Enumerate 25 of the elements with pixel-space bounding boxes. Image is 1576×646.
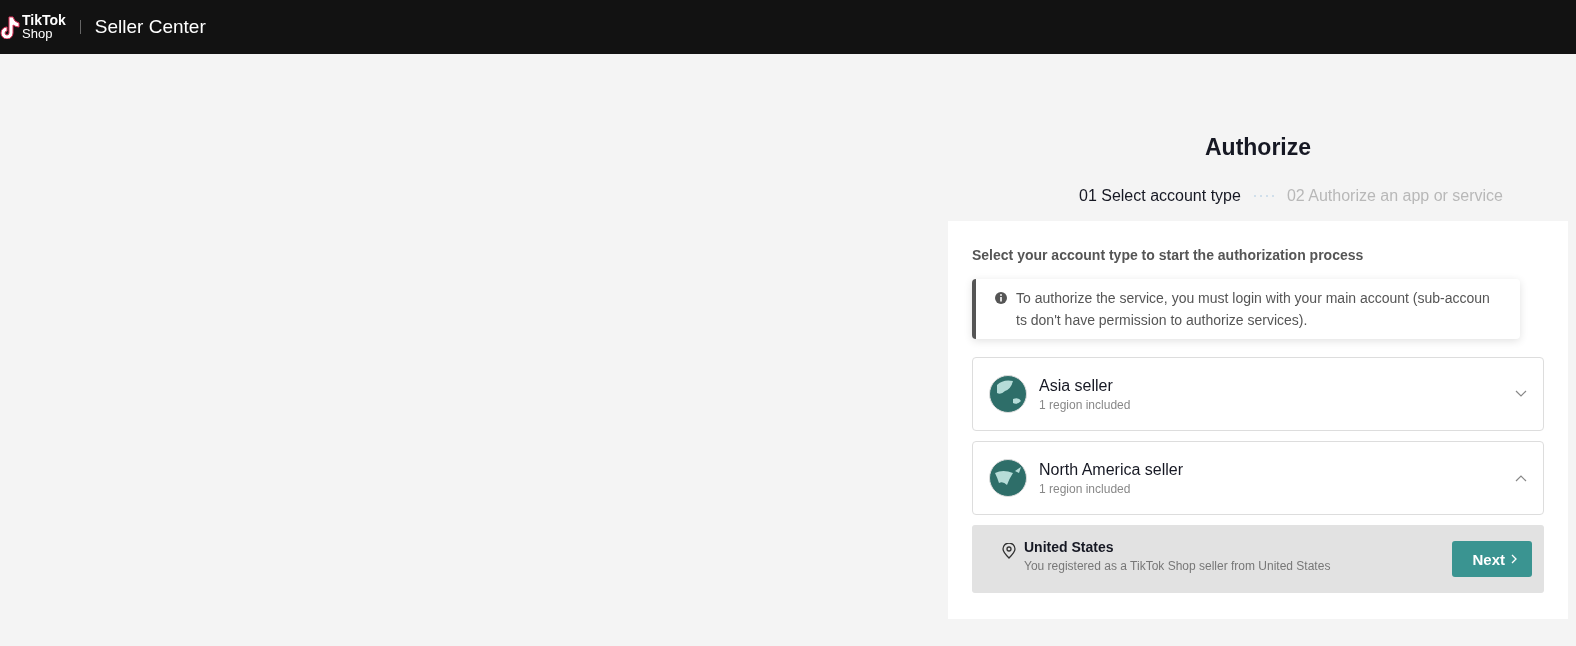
step-connector	[1252, 194, 1275, 198]
instruction-text: Select your account type to start the authorization process	[972, 247, 1365, 263]
chevron-right-icon	[1511, 554, 1518, 564]
region-name: United States	[1024, 539, 1115, 555]
page-title: Authorize	[1204, 134, 1312, 161]
notice-text: To authorize the service, you must login with your main account (sub-accounts don't have permission to authorize services).	[1016, 289, 1490, 330]
region-description: You registered as a TikTok Shop seller from United States	[1024, 559, 1332, 573]
next-button[interactable]: Next	[1452, 541, 1532, 577]
step-label: 02 Authorize an app or service	[1286, 187, 1503, 205]
step-label: 01 Select account type	[1079, 187, 1241, 205]
account-subtitle: 1 region included	[1039, 397, 1132, 412]
account-name: Asia seller	[1039, 376, 1114, 395]
account-subtitle: 1 region included	[1039, 481, 1132, 496]
account-type-option[interactable]: Asia seller 1 region included	[972, 357, 1544, 431]
globe-icon	[989, 459, 1027, 497]
account-type-option[interactable]: North America seller 1 region included	[972, 441, 1544, 515]
music-note-icon	[0, 15, 20, 39]
account-name: North America seller	[1039, 460, 1185, 479]
location-pin-icon	[1002, 543, 1016, 559]
app-title: Seller Center	[94, 16, 206, 38]
info-icon	[994, 291, 1008, 305]
logo-text: Shop	[22, 27, 54, 40]
globe-icon	[989, 375, 1027, 413]
logo-text: TikTok	[22, 14, 66, 27]
region-option[interactable]: United States You registered as a TikTok Shop seller from United States Next	[972, 525, 1544, 593]
